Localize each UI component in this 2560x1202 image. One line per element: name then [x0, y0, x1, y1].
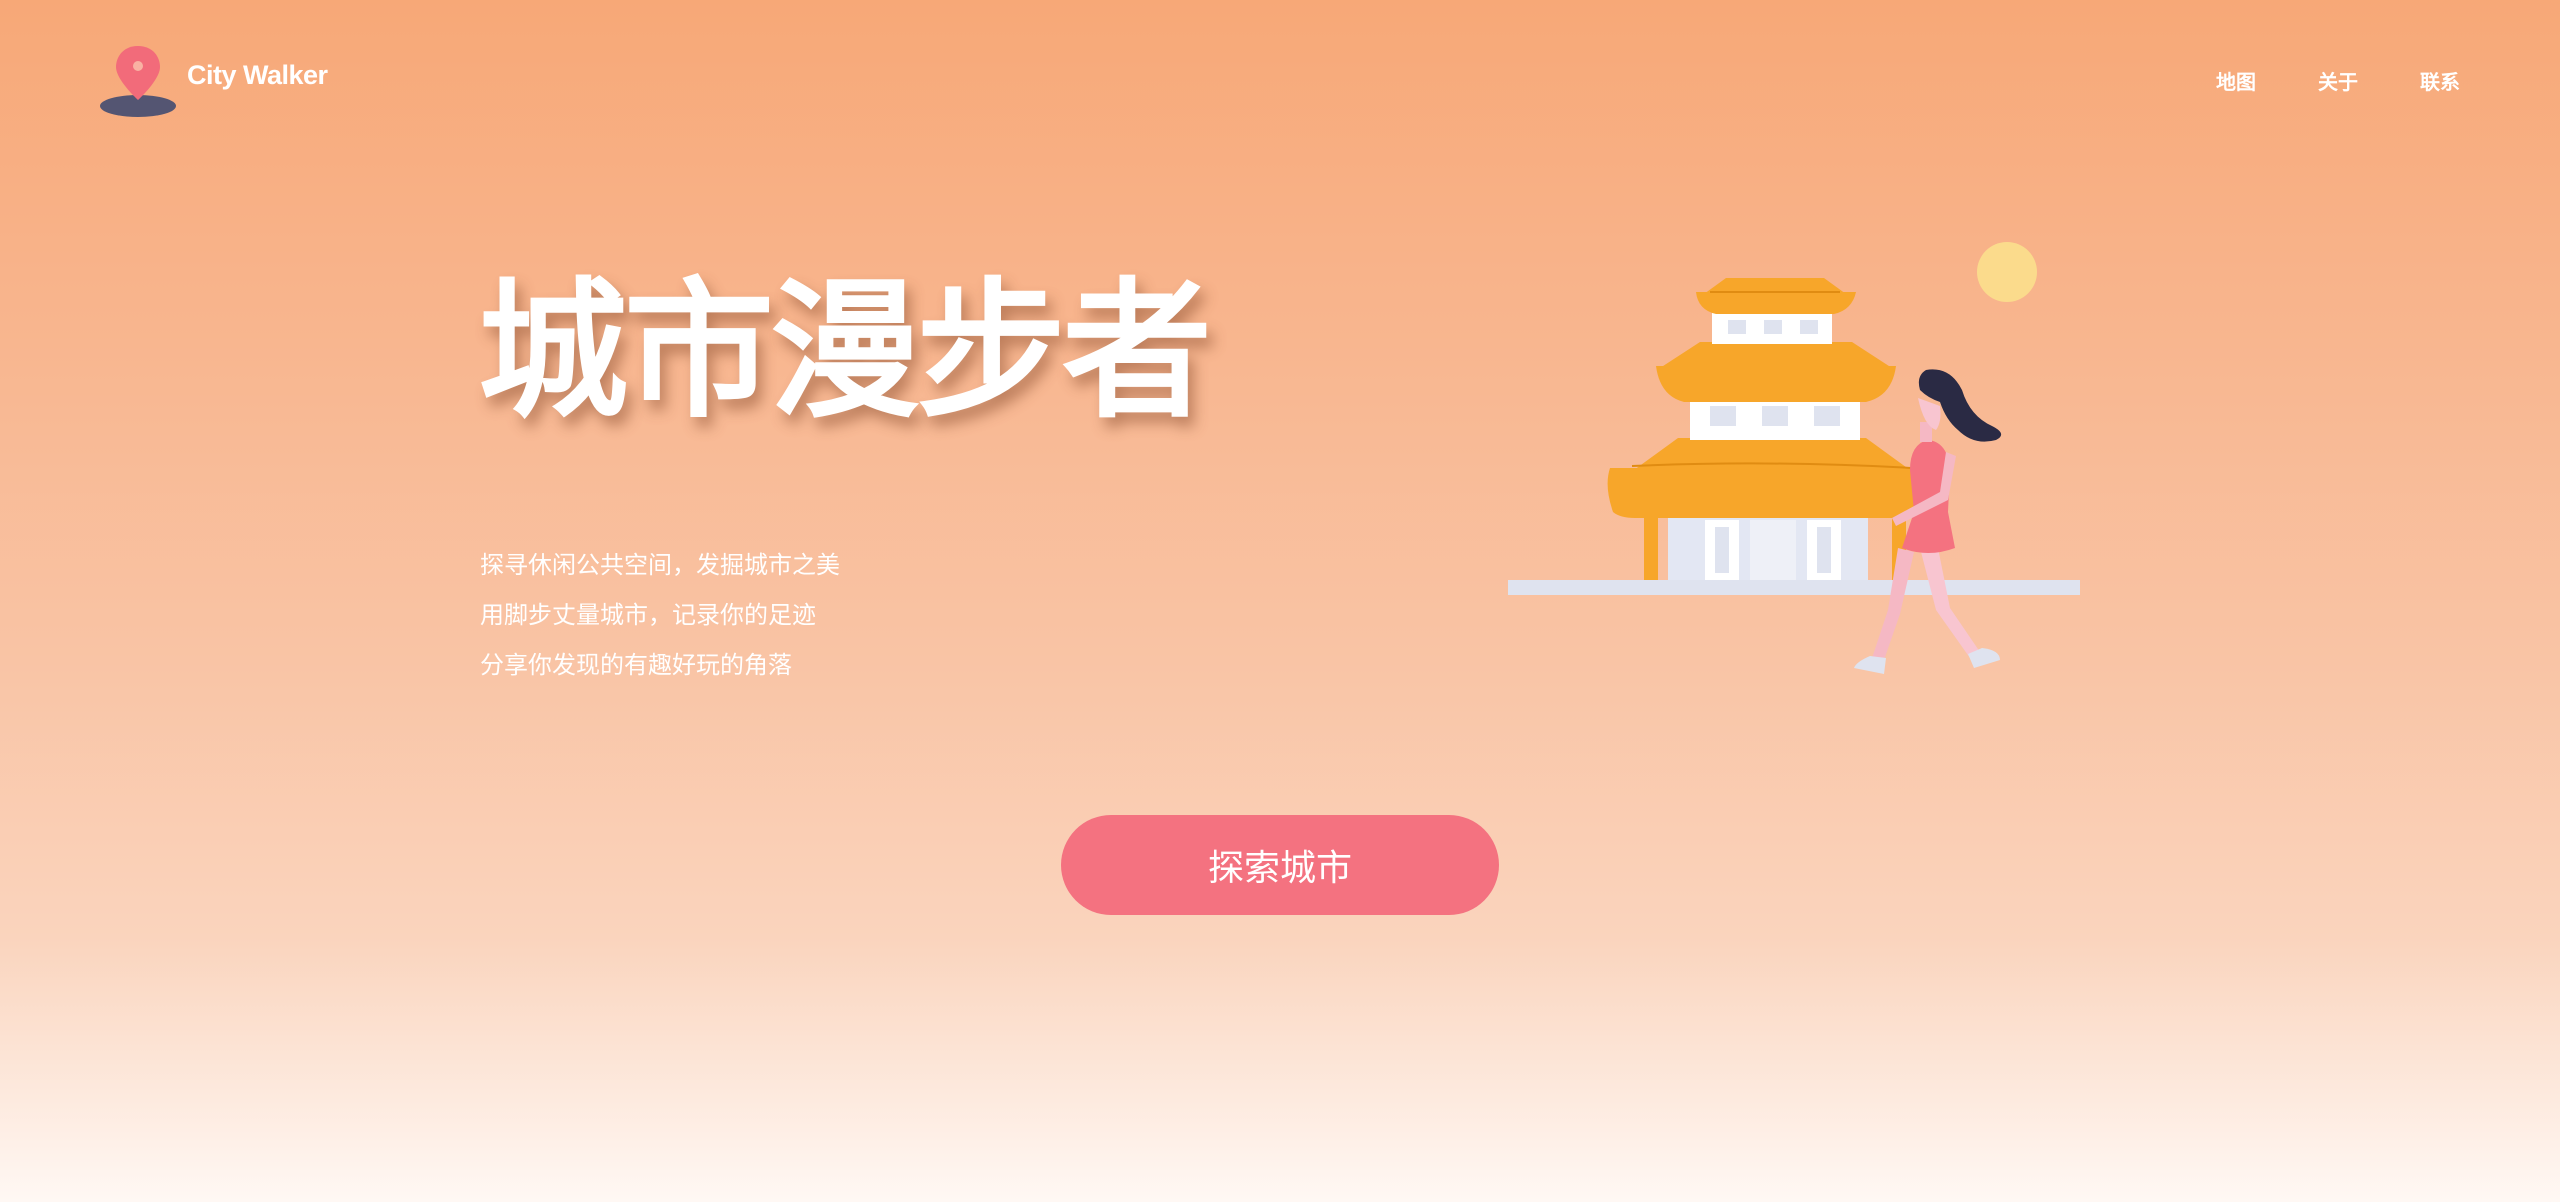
hero-line-3: 分享你发现的有趣好玩的角落	[480, 651, 792, 679]
hero-line-1: 探寻休闲公共空间，发掘城市之美	[480, 551, 840, 579]
pagoda-icon	[1607, 278, 1934, 580]
hero-line-2: 用脚步丈量城市，记录你的足迹	[480, 601, 816, 629]
sun-icon	[1977, 242, 2037, 302]
hero-title: 城市漫步者	[478, 265, 1212, 439]
walking-woman-icon	[1854, 369, 2002, 674]
main-nav: 地图 关于 联系	[2216, 66, 2460, 95]
nav-item-contact[interactable]: 联系	[2420, 66, 2460, 95]
explore-city-button[interactable]: 探索城市	[1061, 815, 1499, 915]
nav-item-map[interactable]: 地图	[2216, 66, 2256, 95]
ground-platform	[1508, 580, 2080, 595]
nav-item-about[interactable]: 关于	[2318, 66, 2358, 95]
header: City Walker 地图 关于 联系	[0, 0, 2560, 160]
brand-name[interactable]: City Walker	[187, 60, 328, 91]
pagoda-walking-woman-illustration	[1508, 242, 2080, 674]
hero-description: 探寻休闲公共空间，发掘城市之美 用脚步丈量城市，记录你的足迹 分享你发现的有趣好…	[480, 540, 840, 690]
map-pin-icon[interactable]	[98, 44, 178, 120]
